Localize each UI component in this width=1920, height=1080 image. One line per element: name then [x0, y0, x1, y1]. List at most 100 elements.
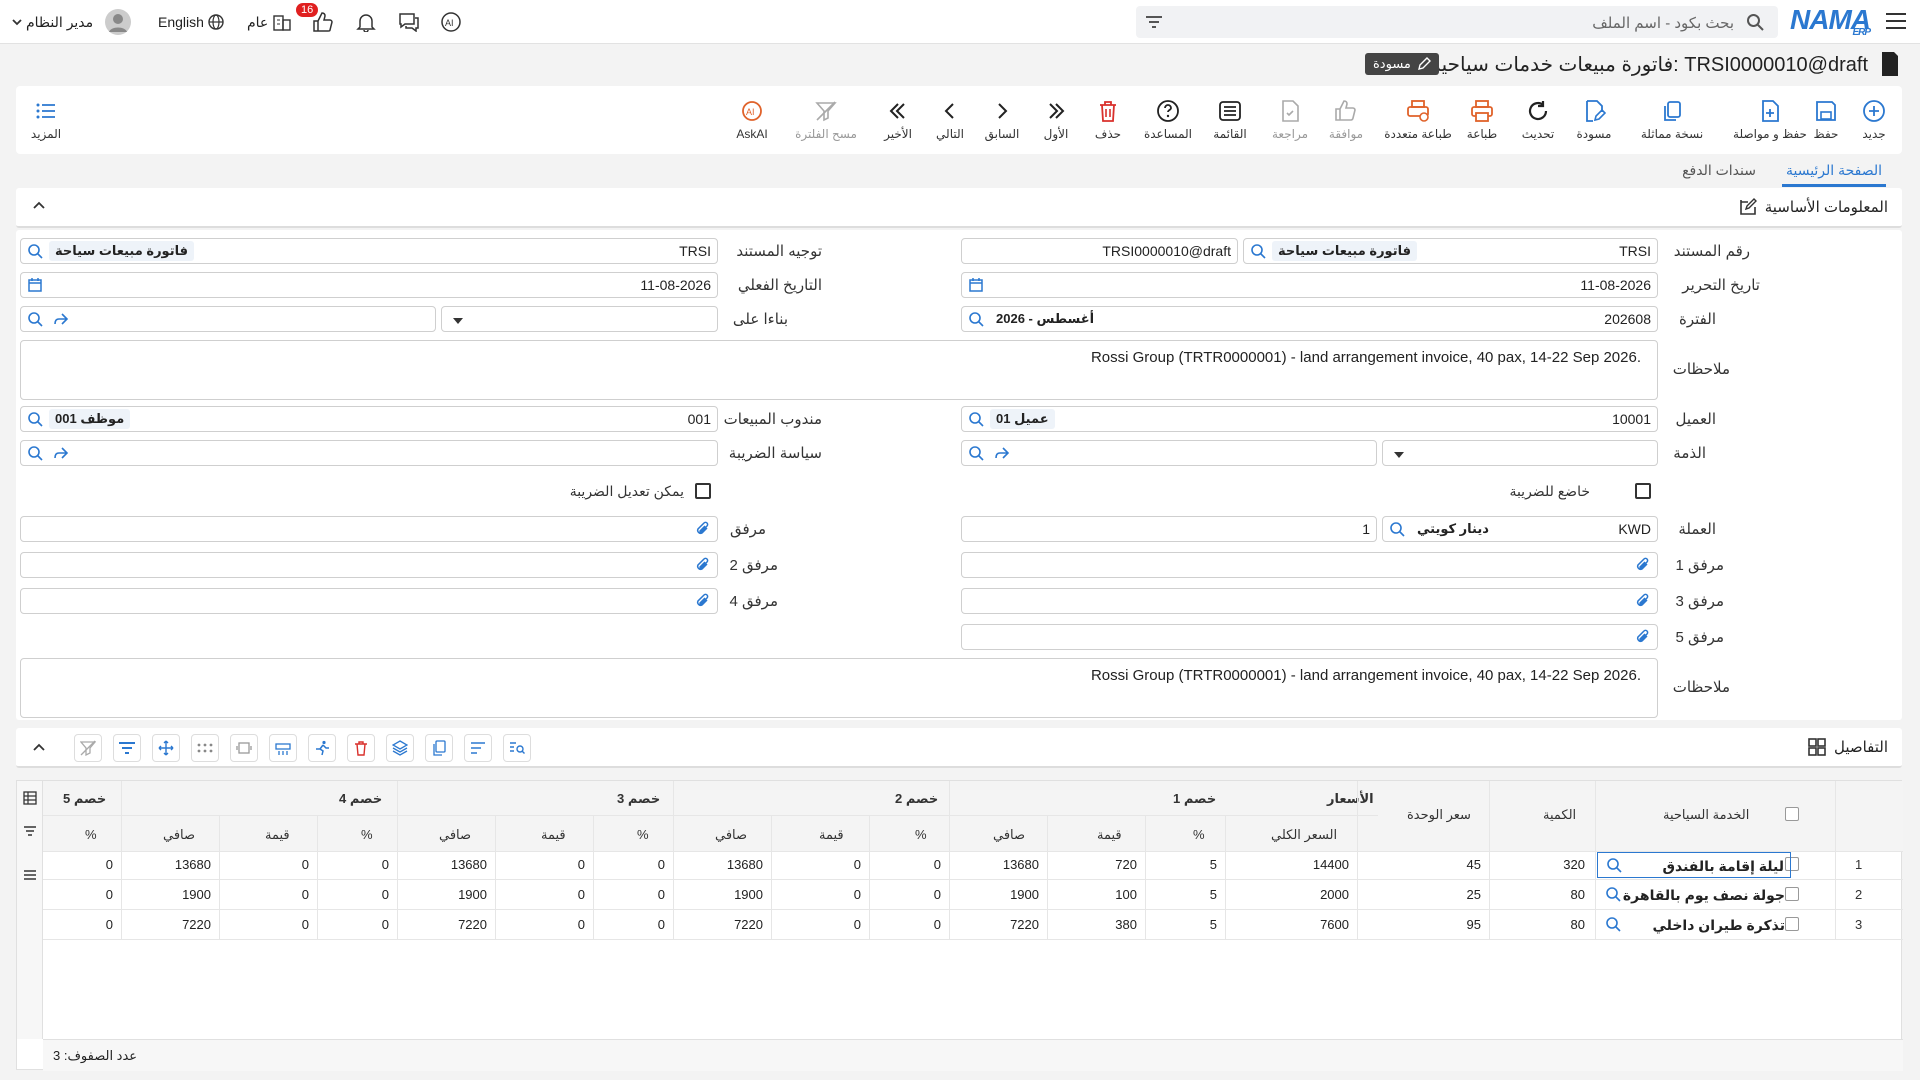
grid-move-button[interactable] — [152, 734, 180, 762]
grid-sort-button[interactable] — [464, 734, 492, 762]
table-icon[interactable] — [23, 791, 37, 805]
grid-dots-button[interactable] — [191, 734, 219, 762]
search-lookup-icon[interactable] — [1605, 916, 1621, 932]
cell-unit[interactable]: 95 — [1467, 917, 1481, 932]
cell-qty[interactable]: 80 — [1571, 887, 1585, 902]
cell-d3p[interactable]: 0 — [658, 857, 665, 872]
share-icon[interactable] — [53, 445, 69, 461]
grid-insert-row-button[interactable] — [269, 734, 297, 762]
new-button[interactable]: جديد — [1846, 86, 1902, 154]
search-lookup-icon[interactable] — [1605, 886, 1621, 902]
service-cell[interactable]: جولة نصف يوم بالقاهرة — [1597, 882, 1791, 908]
cell-d2p[interactable]: 0 — [934, 887, 941, 902]
cell-d4n[interactable]: 1900 — [182, 887, 211, 902]
cell-d4n[interactable]: 7220 — [182, 917, 211, 932]
cell-unit[interactable]: 45 — [1467, 857, 1481, 872]
search-lookup-icon[interactable] — [968, 311, 984, 327]
tab-payments[interactable]: سندات الدفع — [1682, 162, 1756, 179]
cell-d1v[interactable]: 380 — [1115, 917, 1137, 932]
cell-d4p[interactable]: 0 — [382, 887, 389, 902]
cell-d4n[interactable]: 13680 — [175, 857, 211, 872]
save-continue-button[interactable]: حفظ و مواصلة — [1728, 86, 1812, 154]
basic-info-header[interactable]: المعلومات الأساسية — [16, 188, 1902, 228]
next-button[interactable]: التالي — [922, 86, 978, 154]
askai-button[interactable]: AI AskAI — [724, 86, 780, 154]
cell-d3n[interactable]: 1900 — [458, 887, 487, 902]
tax-policy-field[interactable] — [20, 440, 718, 466]
based-on-field[interactable] — [20, 306, 436, 332]
cell-d1n[interactable]: 7220 — [1010, 917, 1039, 932]
clear-filter-button[interactable]: مسح الفلترة — [790, 86, 862, 154]
cell-d3v[interactable]: 0 — [578, 887, 585, 902]
paperclip-icon[interactable] — [695, 557, 711, 573]
draft-button[interactable]: مسودة — [1566, 86, 1622, 154]
attachment1-field[interactable] — [961, 552, 1658, 578]
print-button[interactable]: طباعة — [1454, 86, 1510, 154]
attachment4-field[interactable] — [20, 588, 718, 614]
filter-lines-icon[interactable] — [23, 825, 37, 837]
tax-editable-checkbox[interactable] — [695, 483, 711, 499]
review-button[interactable]: مراجعة — [1262, 86, 1318, 154]
more-button[interactable]: المزيد — [18, 86, 74, 154]
grid-search-button[interactable] — [503, 734, 531, 762]
menu-icon[interactable] — [1886, 12, 1906, 33]
grid-resize-button[interactable] — [230, 734, 258, 762]
taxable-checkbox[interactable] — [1635, 483, 1651, 499]
cell-d4v[interactable]: 0 — [302, 887, 309, 902]
liability-type-select[interactable] — [1382, 440, 1658, 466]
attachment3-field[interactable] — [961, 588, 1658, 614]
cell-d2v[interactable]: 0 — [854, 857, 861, 872]
cell-qty[interactable]: 320 — [1563, 857, 1585, 872]
doc-number-field[interactable]: TRSI0000010@draft — [961, 238, 1238, 264]
copy-similar-button[interactable]: نسخة مماثلة — [1630, 86, 1714, 154]
cell-d1v[interactable]: 720 — [1115, 857, 1137, 872]
cell-total[interactable]: 14400 — [1313, 857, 1349, 872]
grid-copy-button[interactable] — [425, 734, 453, 762]
attachment2-field[interactable] — [20, 552, 718, 578]
previous-button[interactable]: السابق — [974, 86, 1030, 154]
cell-d1n[interactable]: 1900 — [1010, 887, 1039, 902]
cell-d5p[interactable]: 0 — [106, 857, 113, 872]
cell-d4p[interactable]: 0 — [382, 917, 389, 932]
search-lookup-icon[interactable] — [1250, 243, 1266, 259]
paperclip-icon[interactable] — [1635, 629, 1651, 645]
cell-total[interactable]: 7600 — [1320, 917, 1349, 932]
scope-switch[interactable]: عام — [247, 0, 292, 44]
doc-type-field[interactable]: TRSI فاتورة مبيعات سياحة — [1243, 238, 1658, 264]
based-on-type-select[interactable] — [441, 306, 718, 332]
chevron-up-icon[interactable] — [32, 742, 46, 752]
service-cell[interactable]: تذكرة طيران داخلي — [1597, 912, 1791, 938]
cell-d1p[interactable]: 5 — [1210, 857, 1217, 872]
language-switch[interactable]: English — [158, 0, 224, 44]
grid-layers-button[interactable] — [386, 734, 414, 762]
hamburger-icon[interactable] — [23, 869, 37, 881]
cell-d2v[interactable]: 0 — [854, 917, 861, 932]
messages-button[interactable] — [398, 0, 420, 44]
doc-direction-field[interactable]: TRSI فاتورة مبيعات سياحة — [20, 238, 718, 264]
search-lookup-icon[interactable] — [968, 411, 984, 427]
cell-d1v[interactable]: 100 — [1115, 887, 1137, 902]
search-lookup-icon[interactable] — [1389, 521, 1405, 537]
filter-icon[interactable] — [1146, 15, 1162, 29]
cell-d4p[interactable]: 0 — [382, 857, 389, 872]
period-field[interactable]: 202608 2026 - أغسطس — [961, 306, 1658, 332]
search-lookup-icon[interactable] — [968, 445, 984, 461]
service-cell[interactable]: ليلة إقامة بالفندق — [1597, 852, 1791, 878]
cell-d5p[interactable]: 0 — [106, 887, 113, 902]
currency-rate-field[interactable]: 1 — [961, 516, 1377, 542]
cell-d2p[interactable]: 0 — [934, 917, 941, 932]
cell-d4v[interactable]: 0 — [302, 857, 309, 872]
attachment5-field[interactable] — [961, 624, 1658, 650]
notes2-textarea[interactable]: Rossi Group (TRTR0000001) - land arrange… — [20, 658, 1658, 718]
calendar-icon[interactable] — [27, 277, 43, 293]
select-all-checkbox[interactable] — [1785, 807, 1799, 821]
grid-run-button[interactable] — [308, 734, 336, 762]
delete-button[interactable]: حذف — [1080, 86, 1136, 154]
currency-field[interactable]: KWD دينار كويتي — [1382, 516, 1658, 542]
cell-d3n[interactable]: 7220 — [458, 917, 487, 932]
share-icon[interactable] — [994, 445, 1010, 461]
app-logo[interactable]: NAMA ERP — [1790, 4, 1871, 38]
salesman-field[interactable]: 001 موظف 001 — [20, 406, 718, 432]
cell-d3p[interactable]: 0 — [658, 917, 665, 932]
cell-qty[interactable]: 80 — [1571, 917, 1585, 932]
